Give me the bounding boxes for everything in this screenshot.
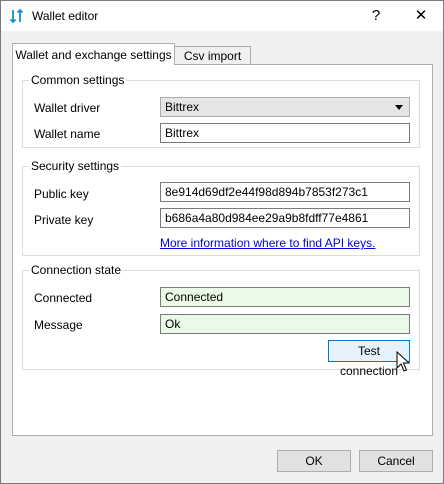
title-bar[interactable]: Wallet editor ? ✕ (1, 1, 443, 31)
wallet-driver-label: Wallet driver (34, 101, 101, 115)
mouse-cursor-icon (396, 351, 410, 372)
public-key-label: Public key (34, 187, 89, 201)
tab-wallet-and-exchange-settings[interactable]: Wallet and exchange settings (12, 43, 175, 65)
wallet-editor-window: Wallet editor ? ✕ Wallet and exchange se… (0, 0, 444, 484)
wallet-name-input[interactable]: Bittrex (160, 123, 410, 143)
wallet-driver-select[interactable]: Bittrex (160, 97, 410, 117)
wallet-name-label: Wallet name (34, 127, 101, 141)
help-button[interactable]: ? (361, 1, 391, 31)
window-title: Wallet editor (32, 9, 99, 23)
message-field: Ok (160, 314, 410, 334)
api-keys-info-link[interactable]: More information where to find API keys. (160, 236, 375, 250)
ok-button[interactable]: OK (277, 450, 351, 472)
message-label: Message (34, 318, 83, 332)
connected-label: Connected (34, 291, 93, 305)
connected-status-field: Connected (160, 287, 410, 307)
connection-state-title: Connection state (29, 263, 124, 277)
common-settings-title: Common settings (29, 73, 127, 87)
tab-panel: Common settings Wallet driver Bittrex Wa… (12, 64, 433, 436)
close-button[interactable]: ✕ (399, 1, 443, 31)
cancel-button[interactable]: Cancel (359, 450, 433, 472)
chevron-down-icon (395, 105, 403, 110)
private-key-label: Private key (34, 213, 94, 227)
security-settings-title: Security settings (29, 159, 122, 173)
app-logo-icon (9, 8, 24, 24)
wallet-driver-value: Bittrex (165, 100, 200, 114)
tab-csv-import[interactable]: Csv import (174, 46, 251, 65)
public-key-input[interactable]: 8e914d69df2e44f98d894b7853f273c1 (160, 182, 410, 202)
private-key-input[interactable]: b686a4a80d984ee29a9b8fdff77e4861 (160, 208, 410, 228)
